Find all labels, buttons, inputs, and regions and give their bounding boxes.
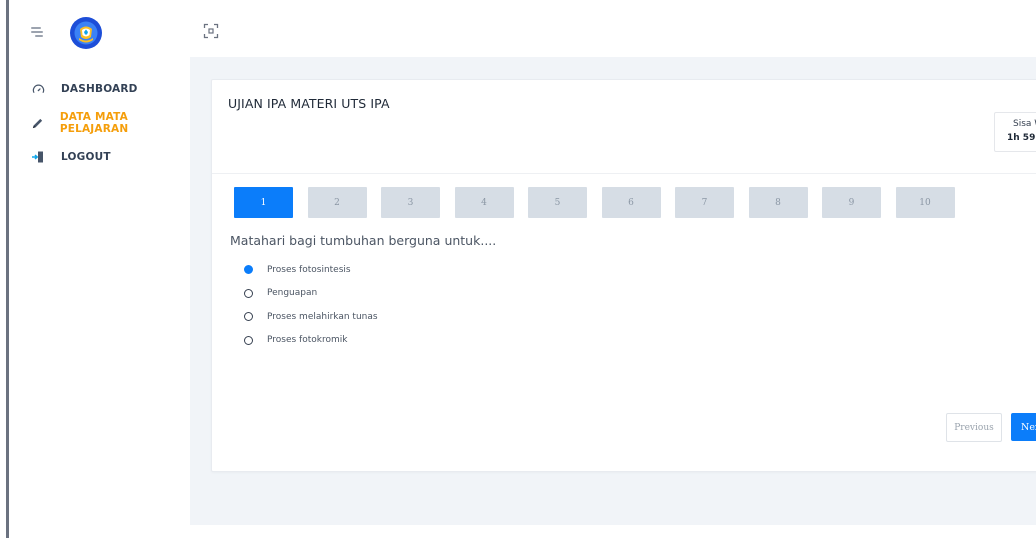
exam-card: UJIAN IPA MATERI UTS IPA Sisa Waktu 1h 5… (211, 79, 1036, 472)
timer-box: Sisa Waktu 1h 59m (994, 112, 1036, 152)
logout-door-icon (30, 149, 46, 165)
sidebar-item-label: LOGOUT (61, 151, 111, 163)
kemendikbud-logo (70, 17, 102, 49)
pencil-icon (30, 115, 45, 131)
answer-option-c[interactable]: Proses melahirkan tunas (244, 305, 378, 329)
radio-button[interactable] (244, 335, 253, 345)
next-button[interactable]: Next (1011, 413, 1036, 441)
question-button-6[interactable]: 6 (601, 187, 661, 218)
answer-option-d[interactable]: Proses fotokromik (244, 329, 378, 353)
question-button-5[interactable]: 5 (528, 187, 587, 218)
question-button-2[interactable]: 2 (307, 187, 367, 218)
previous-button[interactable]: Previous (946, 413, 1002, 442)
radio-button[interactable] (244, 288, 253, 298)
timer-value: 1h 59m (1007, 133, 1036, 143)
radio-button[interactable] (244, 265, 253, 275)
exam-title: UJIAN IPA MATERI UTS IPA (228, 96, 390, 111)
answer-option-label: Proses fotokromik (267, 335, 348, 346)
answer-options: Proses fotosintesis Penguapan Proses mel… (244, 258, 378, 352)
sidebar-item-label: DATA MATA PELAJARAN (59, 111, 129, 135)
answer-option-label: Proses melahirkan tunas (267, 311, 378, 322)
main-content: UJIAN IPA MATERI UTS IPA Sisa Waktu 1h 5… (190, 57, 1036, 525)
timer-label: Sisa Waktu (1013, 119, 1036, 129)
question-button-3[interactable]: 3 (381, 187, 440, 218)
menu-toggle-icon[interactable] (31, 26, 43, 38)
question-button-8[interactable]: 8 (748, 187, 808, 218)
topbar (190, 0, 1036, 57)
answer-option-b[interactable]: Penguapan (244, 282, 378, 306)
question-button-1[interactable]: 1 (234, 187, 293, 218)
answer-option-label: Proses fotosintesis (267, 264, 351, 275)
card-divider (212, 173, 1036, 174)
answer-option-label: Penguapan (267, 288, 318, 299)
sidebar-item-data-mata-pelajaran[interactable]: DATA MATA PELAJARAN (9, 106, 190, 140)
question-button-4[interactable]: 4 (454, 187, 514, 218)
radio-button[interactable] (244, 312, 253, 322)
question-button-10[interactable]: 10 (895, 187, 955, 218)
question-text: Matahari bagi tumbuhan berguna untuk.... (230, 233, 497, 248)
question-button-9[interactable]: 9 (822, 187, 881, 218)
gauge-icon (30, 81, 46, 97)
sidebar-menu: DASHBOARD DATA MATA PELAJARAN LOGOUT (9, 72, 190, 174)
sidebar-item-dashboard[interactable]: DASHBOARD (9, 72, 190, 106)
question-button-7[interactable]: 7 (675, 187, 734, 218)
sidebar-item-label: DASHBOARD (61, 83, 138, 95)
sidebar-brand (9, 0, 190, 62)
fullscreen-icon[interactable] (203, 23, 219, 39)
sidebar-item-logout[interactable]: LOGOUT (9, 140, 190, 174)
answer-option-a[interactable]: Proses fotosintesis (244, 258, 378, 282)
sidebar: DASHBOARD DATA MATA PELAJARAN LOGOUT (9, 0, 190, 538)
